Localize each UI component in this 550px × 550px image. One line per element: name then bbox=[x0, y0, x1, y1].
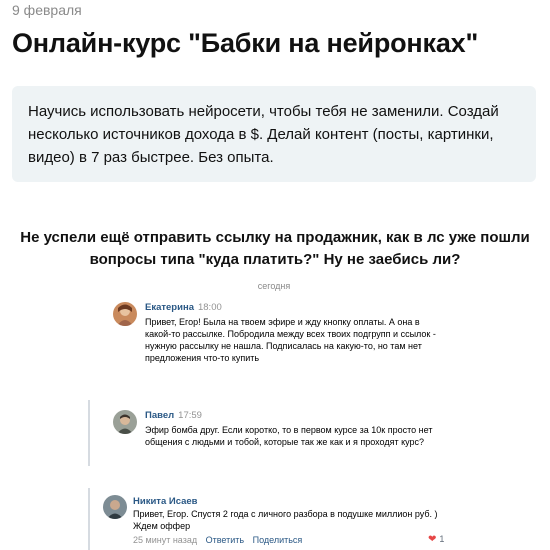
like-count: 1 bbox=[439, 534, 445, 544]
comment-text: Привет, Егор. Спустя 2 года с личного ра… bbox=[133, 509, 438, 531]
message-time: 17:59 bbox=[178, 410, 202, 421]
callout-box: Научись использовать нейросети, чтобы те… bbox=[12, 86, 536, 182]
message-pavel: Павел 17:59 Эфир бомба друг. Если коротко… bbox=[88, 400, 460, 466]
share-link[interactable]: Поделиться bbox=[253, 535, 303, 545]
message-text: Привет, Егор! Была на твоем эфире и жду … bbox=[145, 317, 436, 363]
lead-text: Не успели ещё отправить ссылку на продаж… bbox=[0, 227, 550, 271]
like-button[interactable]: ❤ 1 bbox=[428, 534, 444, 545]
message-text: Эфир бомба друг. Если коротко, то в перв… bbox=[145, 425, 433, 447]
post-date: 9 февраля bbox=[12, 2, 82, 18]
message-author[interactable]: Екатерина 18:00 bbox=[145, 302, 222, 313]
comment-time: 25 минут назад bbox=[133, 535, 198, 545]
message-author[interactable]: Павел 17:59 bbox=[145, 410, 202, 421]
comment-border bbox=[88, 488, 90, 550]
day-separator: сегодня bbox=[257, 281, 291, 291]
message-border bbox=[88, 400, 90, 466]
message-ekaterina: Екатерина 18:00 Привет, Егор! Была на тво… bbox=[88, 298, 460, 390]
avatar bbox=[113, 302, 137, 326]
lead-line-2: вопросы типа "куда платить?" Ну не заеби… bbox=[89, 251, 461, 268]
post-title: Онлайн-курс "Бабки на нейронках" bbox=[12, 28, 479, 58]
lead-line-1: Не успели ещё отправить ссылку на продаж… bbox=[20, 229, 530, 246]
comment-nikita: Никита Исаев Привет, Егор. Спустя 2 года… bbox=[88, 488, 460, 550]
comment-author[interactable]: Никита Исаев bbox=[133, 496, 198, 507]
comment-meta: 25 минут назад Ответить Поделиться bbox=[133, 535, 302, 545]
avatar bbox=[113, 410, 137, 434]
callout-text: Научись использовать нейросети, чтобы те… bbox=[28, 103, 499, 166]
avatar bbox=[103, 495, 127, 519]
message-time: 18:00 bbox=[197, 302, 222, 313]
heart-icon: ❤ bbox=[428, 534, 437, 545]
reply-link[interactable]: Ответить bbox=[206, 535, 244, 545]
